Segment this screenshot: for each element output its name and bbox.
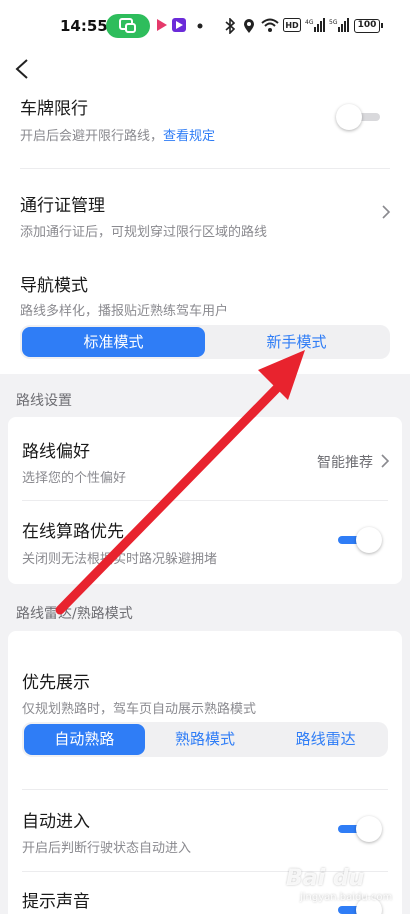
priority-display-title: 优先展示 <box>22 673 90 693</box>
auto-enter-subtitle: 开启后判断行驶状态自动进入 <box>22 841 192 856</box>
plate-limit-toggle[interactable] <box>336 103 384 131</box>
nav-mode-title: 导航模式 <box>20 276 88 296</box>
signal-5g-icon: 5G <box>329 18 349 32</box>
plate-limit-subtitle: 开启后会避开限行路线，查看规定 <box>20 125 215 144</box>
plate-limit-desc: 开启后会避开限行路线， <box>20 129 164 144</box>
pass-management-subtitle: 添加通行证后，可规划穿过限行区域的路线 <box>20 225 268 240</box>
nav-mode-selector: 标准模式 新手模式 <box>20 325 390 359</box>
auto-enter-title: 自动进入 <box>22 812 90 832</box>
music-app-icon <box>172 18 186 32</box>
route-preference-value[interactable]: 智能推荐 <box>317 452 373 472</box>
battery-icon: 100 <box>354 19 383 33</box>
radar-section-label: 路线雷达/熟路模式 <box>16 606 133 622</box>
dot-icon <box>197 23 203 29</box>
priority-option-radar[interactable]: 路线雷达 <box>265 724 386 755</box>
screen-share-icon <box>119 18 136 33</box>
watermark-logo: Bai du <box>286 866 365 891</box>
status-bar: 14:55 HD 4G 5G 100 <box>0 0 410 52</box>
online-calc-toggle[interactable] <box>334 526 382 554</box>
signal-4g-icon: 4G <box>305 18 325 32</box>
bluetooth-icon <box>225 18 235 34</box>
chevron-right-icon[interactable] <box>381 204 391 220</box>
priority-option-familiar[interactable]: 熟路模式 <box>145 724 266 755</box>
priority-option-auto[interactable]: 自动熟路 <box>24 724 145 755</box>
route-preference-title: 路线偏好 <box>22 442 90 462</box>
call-indicator[interactable] <box>106 14 150 38</box>
divider <box>20 168 390 169</box>
priority-display-selector: 自动熟路 熟路模式 路线雷达 <box>22 722 388 757</box>
hd-icon: HD <box>283 18 301 32</box>
plate-limit-title: 车牌限行 <box>20 99 88 119</box>
location-icon <box>244 19 254 33</box>
chevron-left-icon[interactable] <box>14 58 30 80</box>
online-calc-title: 在线算路优先 <box>22 522 124 542</box>
priority-display-subtitle: 仅规划熟路时，驾车页自动展示熟路模式 <box>22 702 257 717</box>
auto-enter-toggle[interactable] <box>334 815 382 843</box>
svg-text:HD: HD <box>285 21 299 30</box>
divider <box>22 789 388 790</box>
wifi-icon <box>261 18 279 32</box>
video-app-icon <box>157 19 167 31</box>
chevron-right-icon[interactable] <box>380 453 390 469</box>
svg-text:5G: 5G <box>329 19 338 26</box>
status-time: 14:55 <box>60 17 108 35</box>
nav-mode-option-novice[interactable]: 新手模式 <box>205 327 388 357</box>
svg-text:4G: 4G <box>305 19 314 26</box>
pass-management-title: 通行证管理 <box>20 196 105 216</box>
divider <box>22 500 388 501</box>
online-calc-subtitle: 关闭则无法根据实时路况躲避拥堵 <box>22 552 218 567</box>
route-settings-section-label: 路线设置 <box>16 393 72 409</box>
nav-mode-subtitle: 路线多样化，播报贴近熟练驾车用户 <box>20 304 229 319</box>
route-preference-subtitle: 选择您的个性偏好 <box>22 471 127 486</box>
view-rules-link[interactable]: 查看规定 <box>163 129 215 144</box>
watermark-sub: jingyan.baidu.com <box>300 892 393 903</box>
nav-mode-option-standard[interactable]: 标准模式 <box>22 327 205 357</box>
sound-title: 提示声音 <box>22 892 90 912</box>
